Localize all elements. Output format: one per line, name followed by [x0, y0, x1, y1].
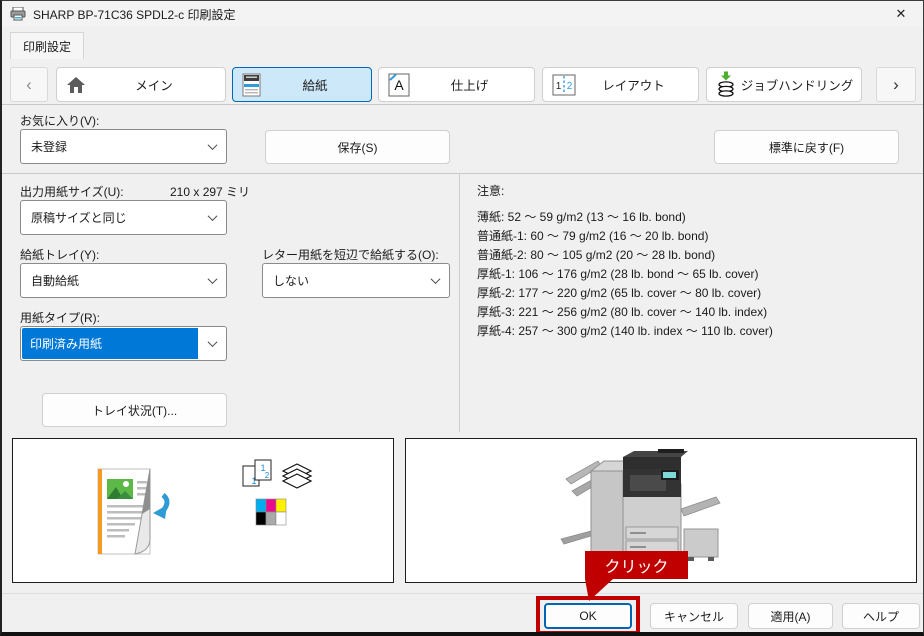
paper-type-value: 印刷済み用紙	[22, 328, 198, 359]
tab-label: メイン	[135, 75, 173, 94]
window-title: SHARP BP-71C36 SPDL2-c 印刷設定	[33, 6, 236, 23]
titlebar: SHARP BP-71C36 SPDL2-c 印刷設定 ✕	[2, 1, 923, 27]
favorites-label: お気に入り(V):	[20, 112, 99, 129]
paper-tray-label: 給紙トレイ(Y):	[20, 246, 99, 263]
letter-short-edge-value: しない	[273, 272, 432, 289]
note-line: 厚紙-1: 106 ～ 176 g/m2 (28 lb. bond ～ 65 l…	[477, 265, 773, 284]
save-button[interactable]: 保存(S)	[265, 130, 450, 164]
finishing-icon: A	[388, 73, 410, 97]
note-line: 厚紙-2: 177 ～ 220 g/m2 (65 lb. cover ～ 80 …	[477, 284, 773, 303]
favorites-value: 未登録	[31, 138, 209, 155]
output-size-value: 原稿サイズと同じ	[31, 209, 209, 226]
tab-job-handling[interactable]: ジョブハンドリング	[706, 67, 862, 102]
tab-layout[interactable]: 1 2 レイアウト	[542, 67, 699, 102]
chevron-down-icon	[208, 274, 218, 284]
tab-print-settings[interactable]: 印刷設定	[10, 32, 84, 59]
tray-status-button[interactable]: トレイ状況(T)...	[42, 393, 227, 427]
output-size-dimensions: 210 x 297 ミリ	[170, 183, 250, 200]
chevron-down-icon	[431, 274, 441, 284]
paper-type-label: 用紙タイプ(R):	[20, 309, 100, 326]
footer-divider	[2, 593, 923, 594]
tab-main[interactable]: メイン	[56, 67, 226, 102]
column-divider	[459, 174, 460, 432]
tab-label: ジョブハンドリング	[741, 75, 854, 94]
cancel-button[interactable]: キャンセル	[650, 603, 738, 629]
color-mode-icon	[256, 499, 286, 525]
tab-finishing[interactable]: A 仕上げ	[378, 67, 535, 102]
letter-short-edge-select[interactable]: しない	[262, 263, 450, 298]
svg-text:1: 1	[556, 81, 562, 92]
svg-text:A: A	[394, 77, 404, 93]
paper-tray-value: 自動給紙	[31, 272, 209, 289]
help-button[interactable]: ヘルプ	[842, 603, 920, 629]
chevron-down-icon	[208, 211, 218, 221]
printer-icon	[10, 7, 26, 21]
chevron-right-icon: ›	[893, 75, 899, 95]
chevron-down-icon	[208, 337, 218, 347]
job-handling-icon	[716, 71, 736, 98]
chevron-down-icon	[208, 140, 218, 150]
tab-label: 給紙	[302, 75, 327, 94]
note-block: 注意: 薄紙: 52 ～ 59 g/m2 (13 ～ 16 lb. bond) …	[477, 182, 773, 341]
close-icon: ✕	[896, 6, 907, 22]
apply-button[interactable]: 適用(A)	[748, 603, 833, 629]
chevron-left-icon: ‹	[26, 75, 32, 95]
note-line: 厚紙-3: 221 ～ 256 g/m2 (80 lb. cover ～ 140…	[477, 303, 773, 322]
scroll-tabs-left-button[interactable]: ‹	[10, 67, 48, 102]
paper-tray-select[interactable]: 自動給紙	[20, 263, 227, 298]
paper-type-select[interactable]: 印刷済み用紙	[20, 326, 227, 361]
output-size-select[interactable]: 原稿サイズと同じ	[20, 200, 227, 235]
note-title: 注意:	[477, 182, 773, 201]
paper-source-icon	[242, 73, 261, 97]
note-line: 普通紙-2: 80 ～ 105 g/m2 (20 ～ 28 lb. bond)	[477, 246, 773, 265]
svg-text:2: 2	[265, 471, 270, 480]
tab-label: 仕上げ	[451, 75, 489, 94]
restore-defaults-button[interactable]: 標準に戻す(F)	[714, 130, 899, 164]
print-settings-dialog: SHARP BP-71C36 SPDL2-c 印刷設定 ✕ 印刷設定 ‹ メイン	[0, 0, 924, 636]
output-size-label: 出力用紙サイズ(U):	[20, 183, 124, 200]
collate-icon: 1 1 2	[243, 460, 271, 486]
letter-short-edge-label: レター用紙を短辺で給紙する(O):	[262, 246, 439, 263]
home-icon	[66, 76, 86, 94]
note-line: 普通紙-1: 60 ～ 79 g/m2 (16 ～ 20 lb. bond)	[477, 227, 773, 246]
scroll-tabs-right-button[interactable]: ›	[876, 67, 916, 102]
tab-paper-source[interactable]: 給紙	[232, 67, 372, 102]
note-line: 薄紙: 52 ～ 59 g/m2 (13 ～ 16 lb. bond)	[477, 208, 773, 227]
close-button[interactable]: ✕	[879, 1, 923, 27]
document-preview-illustration: 1 1 2	[13, 439, 393, 582]
svg-text:2: 2	[567, 81, 573, 92]
settings-preview-panel: 1 1 2	[12, 438, 394, 583]
section-divider	[2, 173, 923, 174]
favorites-select[interactable]: 未登録	[20, 129, 227, 164]
tab-label: レイアウト	[602, 75, 665, 94]
click-callout-tail	[577, 575, 627, 603]
paper-stack-icon	[283, 464, 311, 488]
note-line: 厚紙-4: 257 ～ 300 g/m2 (140 lb. index ～ 11…	[477, 322, 773, 341]
toolbar-divider	[2, 104, 923, 105]
layout-icon: 1 2	[552, 74, 576, 96]
